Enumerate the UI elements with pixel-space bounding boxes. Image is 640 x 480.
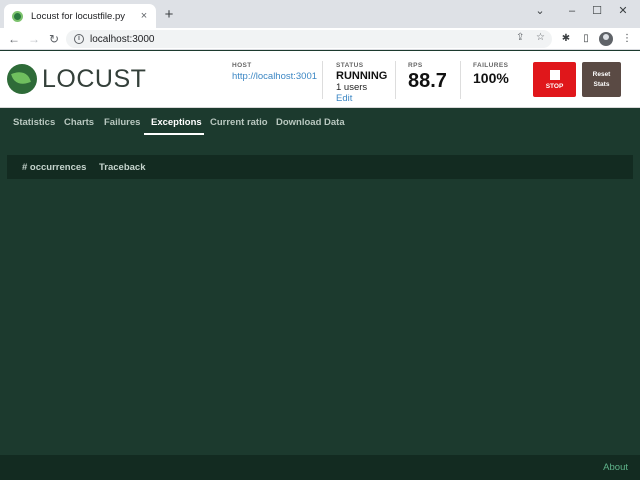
failures-value: 100%	[473, 70, 509, 86]
profile-avatar-icon[interactable]	[599, 32, 613, 46]
address-bar[interactable]: i localhost:3000 ⇪ ☆	[66, 30, 552, 48]
bookmark-star-icon[interactable]: ☆	[536, 32, 545, 43]
locust-tab-bar: Statistics Charts Failures Exceptions Cu…	[0, 108, 640, 136]
browser-toolbar: ← → ↻ i localhost:3000 ⇪ ☆ ✱ ▯ ⋮	[0, 28, 640, 50]
reset-stats-button[interactable]: Reset Stats	[582, 62, 621, 97]
host-link[interactable]: http://localhost:3001	[232, 71, 317, 82]
browser-menu-icon[interactable]: ⋮	[620, 32, 634, 46]
extensions-puzzle-icon[interactable]: ✱	[559, 32, 573, 46]
reload-icon[interactable]: ↻	[46, 31, 62, 47]
active-tab-indicator	[144, 133, 204, 135]
status-info: STATUS RUNNING 1 users Edit	[336, 62, 387, 104]
column-occurrences[interactable]: # occurrences	[22, 162, 86, 173]
rps-value: 88.7	[408, 70, 447, 92]
stop-square-icon	[549, 69, 560, 80]
tab-statistics[interactable]: Statistics	[13, 117, 55, 128]
header-divider	[460, 61, 461, 99]
about-link[interactable]: About	[603, 462, 628, 473]
browser-tab[interactable]: Locust for locustfile.py ×	[4, 4, 156, 28]
failures-info: FAILURES 100%	[473, 62, 509, 86]
browser-titlebar: Locust for locustfile.py × + ⌄ – ☐ ✕	[0, 0, 640, 28]
share-icon[interactable]: ⇪	[516, 32, 524, 43]
address-url: localhost:3000	[90, 33, 155, 45]
edit-link[interactable]: Edit	[336, 93, 387, 104]
footer: About	[0, 455, 640, 480]
reset-label-line1: Reset	[592, 70, 611, 78]
maximize-button[interactable]: ☐	[587, 4, 607, 18]
minimize-button[interactable]: –	[562, 4, 582, 18]
tab-title: Locust for locustfile.py	[31, 10, 125, 22]
close-window-button[interactable]: ✕	[613, 4, 633, 18]
exceptions-table-header: # occurrences Traceback	[7, 155, 633, 179]
failures-label: FAILURES	[473, 62, 509, 69]
header-divider	[322, 61, 323, 99]
side-panel-icon[interactable]: ▯	[579, 32, 593, 46]
host-info: HOST http://localhost:3001	[232, 62, 317, 82]
locust-header: LOCUST HOST http://localhost:3001 STATUS…	[0, 51, 640, 108]
locust-logo-icon	[7, 64, 37, 94]
host-label: HOST	[232, 62, 252, 69]
logo-text: LOCUST	[42, 65, 147, 93]
tab-exceptions[interactable]: Exceptions	[151, 117, 202, 128]
header-divider	[395, 61, 396, 99]
stop-button[interactable]: STOP	[533, 62, 576, 97]
status-label: STATUS	[336, 62, 364, 69]
site-info-icon[interactable]: i	[74, 34, 84, 44]
tab-search-icon[interactable]: ⌄	[530, 4, 550, 18]
new-tab-button[interactable]: +	[161, 7, 177, 23]
rps-label: RPS	[408, 62, 423, 69]
user-count: 1 users	[336, 82, 368, 93]
tab-download-data[interactable]: Download Data	[276, 117, 345, 128]
stop-label: STOP	[545, 82, 564, 90]
tab-charts[interactable]: Charts	[64, 117, 94, 128]
rps-info: RPS 88.7	[408, 62, 447, 93]
main-content	[0, 136, 640, 455]
column-traceback[interactable]: Traceback	[99, 162, 145, 173]
status-value: RUNNING	[336, 70, 388, 82]
tab-current-ratio[interactable]: Current ratio	[210, 117, 268, 128]
tab-failures[interactable]: Failures	[104, 117, 140, 128]
locust-favicon-icon	[12, 10, 23, 22]
reset-label-line2: Stats	[593, 80, 610, 88]
forward-arrow-icon[interactable]: →	[26, 31, 42, 47]
close-tab-icon[interactable]: ×	[138, 10, 150, 22]
back-arrow-icon[interactable]: ←	[6, 31, 22, 47]
